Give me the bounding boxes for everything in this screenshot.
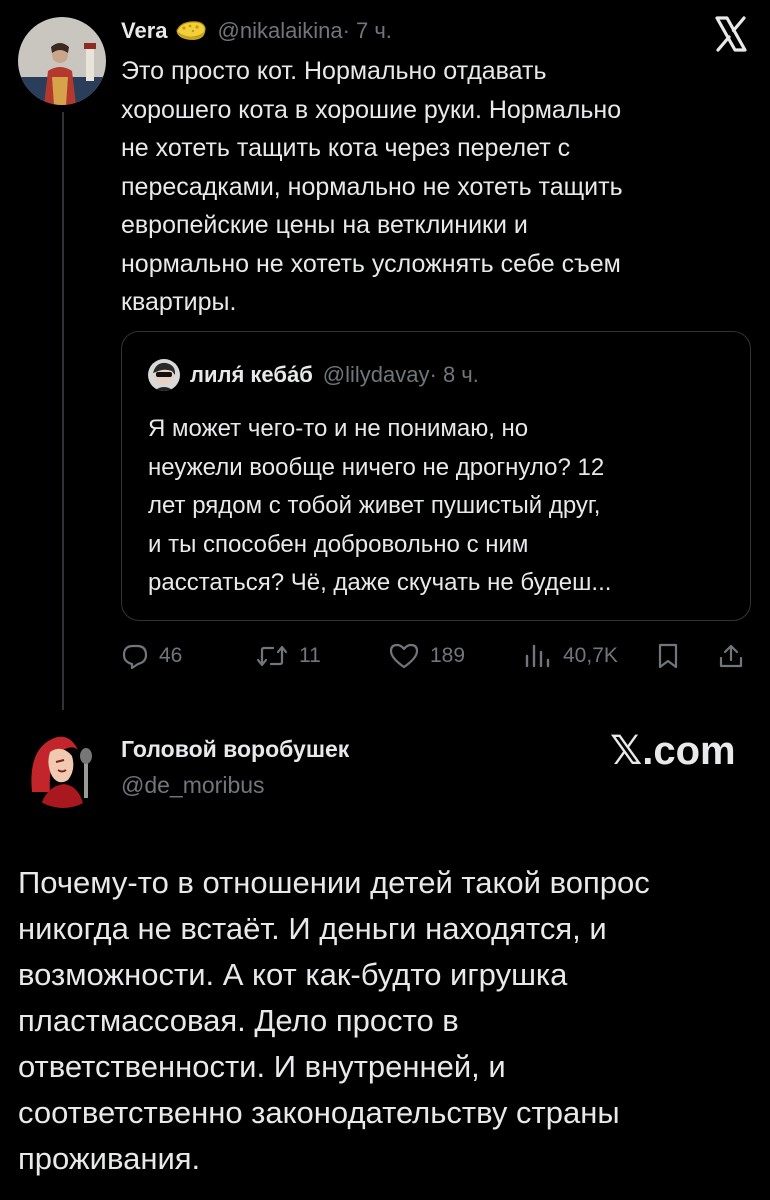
x-com-watermark: 𝕏.com bbox=[610, 729, 736, 773]
reply-text: Почему-то в отношении детей такой вопрос… bbox=[18, 865, 650, 1176]
reply-icon bbox=[121, 642, 149, 670]
quoted-tweet-card[interactable]: лиля́ кеба́б @lilydavay · 8 ч. Я может ч… bbox=[121, 331, 751, 621]
quoted-author-row: лиля́ кеба́б @lilydavay · 8 ч. bbox=[148, 358, 479, 392]
avatar-lilydavay[interactable] bbox=[148, 359, 180, 391]
tweet-text: Это просто кот. Нормально отдавать хорош… bbox=[121, 57, 623, 316]
views-count: 40,7K bbox=[563, 644, 618, 667]
share-button[interactable] bbox=[717, 636, 745, 676]
heart-icon bbox=[388, 642, 420, 670]
retweet-button[interactable]: 11 bbox=[255, 636, 321, 676]
tweet-action-bar: 46 11 189 40,7K bbox=[121, 636, 751, 676]
thread-line bbox=[62, 112, 64, 710]
retweet-count: 11 bbox=[299, 644, 321, 667]
reply-button[interactable]: 46 bbox=[121, 636, 182, 676]
quoted-tweet-time[interactable]: · 8 ч. bbox=[430, 362, 479, 388]
soap-sponge-emoji-icon bbox=[174, 17, 208, 46]
like-button[interactable]: 189 bbox=[388, 636, 465, 676]
avatar-vera[interactable] bbox=[18, 17, 106, 105]
reply-author-handle[interactable]: @de_moribus bbox=[121, 772, 265, 799]
bookmark-icon bbox=[656, 642, 680, 670]
author-handle[interactable]: @nikalaikina bbox=[218, 18, 343, 44]
views-button[interactable]: 40,7K bbox=[523, 636, 618, 676]
reply-count: 46 bbox=[159, 644, 183, 667]
like-count: 189 bbox=[430, 644, 466, 667]
quoted-author-name[interactable]: лиля́ кеба́б bbox=[190, 362, 313, 388]
avatar-de-moribus[interactable] bbox=[20, 722, 106, 808]
author-name[interactable]: Vera bbox=[121, 18, 168, 44]
bookmark-button[interactable] bbox=[656, 636, 680, 676]
share-icon bbox=[717, 642, 745, 670]
reply-author-name[interactable]: Головой воробушек bbox=[121, 736, 349, 763]
quoted-tweet-text: Я может чего-то и не понимаю, но неужели… bbox=[148, 415, 612, 596]
quoted-author-handle[interactable]: @lilydavay bbox=[323, 362, 430, 388]
tweet-author-row: Vera @nikalaikina · 7 ч. bbox=[121, 14, 392, 48]
x-logo-icon[interactable] bbox=[711, 14, 751, 54]
tweet-time[interactable]: · 7 ч. bbox=[343, 18, 392, 44]
views-chart-icon bbox=[523, 642, 553, 670]
retweet-icon bbox=[255, 642, 289, 670]
